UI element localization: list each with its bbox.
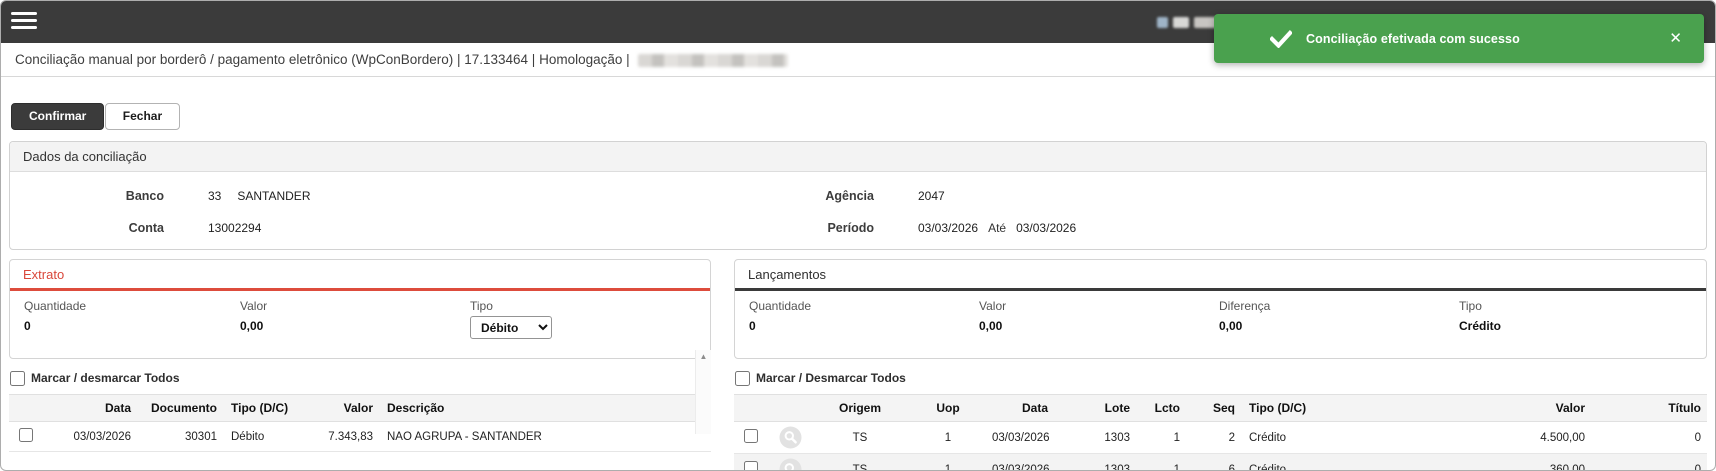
lancamentos-select-all-label: Marcar / Desmarcar Todos bbox=[756, 371, 906, 385]
lancamentos-tipo: Tipo Crédito bbox=[1459, 299, 1692, 349]
extrato-table: Data Documento Tipo (D/C) Valor Descriçã… bbox=[9, 394, 711, 452]
extrato-valor: Valor 0,00 bbox=[240, 299, 470, 349]
lancamentos-select-all-row: Marcar / Desmarcar Todos bbox=[734, 370, 1707, 386]
lancamentos-section: Lançamentos Quantidade 0 Valor 0,00 Dife… bbox=[734, 259, 1707, 471]
extrato-table-row: 03/03/2026 30301 Débito 7.343,83 NAO AGR… bbox=[9, 422, 711, 452]
extrato-tipo-select[interactable]: Débito bbox=[470, 316, 552, 339]
conta-label: Conta bbox=[10, 221, 188, 235]
extrato-stats-box: Extrato Quantidade 0 Valor 0,00 Tipo Déb bbox=[9, 259, 711, 359]
lancamentos-table-row: TS 1 03/03/2026 1303 1 2 Crédito 4.500,0… bbox=[734, 422, 1707, 454]
banco-label: Banco bbox=[10, 189, 188, 203]
user-icon bbox=[1157, 17, 1168, 28]
periodo-value: 03/03/2026Até03/03/2026 bbox=[898, 221, 1706, 235]
extrato-row-checkbox[interactable] bbox=[19, 428, 33, 442]
lancamentos-quantidade: Quantidade 0 bbox=[749, 299, 979, 349]
close-icon[interactable]: ✕ bbox=[1669, 31, 1682, 46]
lancamentos-select-all-checkbox[interactable] bbox=[735, 371, 750, 386]
check-icon bbox=[1270, 30, 1292, 48]
extrato-select-all-label: Marcar / desmarcar Todos bbox=[31, 371, 180, 385]
agencia-label: Agência bbox=[728, 189, 898, 203]
extrato-table-header: Data Documento Tipo (D/C) Valor Descriçã… bbox=[9, 395, 711, 422]
extrato-quantidade: Quantidade 0 bbox=[24, 299, 240, 349]
extrato-title: Extrato bbox=[10, 260, 710, 288]
lancamentos-table: Origem Uop Data Lote Lcto Seq Tipo (D/C)… bbox=[734, 394, 1707, 471]
redacted-title-segment bbox=[638, 54, 788, 67]
lancamentos-stats-box: Lançamentos Quantidade 0 Valor 0,00 Dife… bbox=[734, 259, 1707, 359]
scroll-up-icon[interactable]: ▲ bbox=[696, 350, 711, 364]
extrato-select-all-row: Marcar / desmarcar Todos bbox=[9, 370, 711, 386]
extrato-tipo: Tipo Débito bbox=[470, 299, 696, 349]
dados-panel-title: Dados da conciliação bbox=[10, 142, 1706, 172]
toast-message: Conciliação efetivada com sucesso bbox=[1306, 32, 1520, 46]
lancamento-row-checkbox[interactable] bbox=[744, 461, 758, 471]
agencia-value: 2047 bbox=[898, 189, 1706, 203]
magnifier-icon[interactable] bbox=[768, 422, 812, 454]
periodo-label: Período bbox=[728, 221, 898, 235]
lancamentos-valor: Valor 0,00 bbox=[979, 299, 1219, 349]
lancamentos-diferenca: Diferença 0,00 bbox=[1219, 299, 1459, 349]
toolbar: Confirmar Fechar bbox=[11, 103, 1715, 130]
extrato-vertical-scrollbar[interactable]: ▲ bbox=[695, 350, 711, 434]
lancamento-row-checkbox[interactable] bbox=[744, 429, 758, 443]
banco-value: 33SANTANDER bbox=[188, 189, 728, 203]
confirm-button[interactable]: Confirmar bbox=[11, 103, 104, 130]
lancamentos-table-header: Origem Uop Data Lote Lcto Seq Tipo (D/C)… bbox=[734, 395, 1707, 422]
lancamentos-title: Lançamentos bbox=[735, 260, 1706, 288]
panels-row: Extrato Quantidade 0 Valor 0,00 Tipo Déb bbox=[9, 259, 1707, 471]
lancamentos-table-row: TS 1 03/03/2026 1303 1 6 Crédito 360,00 … bbox=[734, 454, 1707, 471]
menu-icon[interactable] bbox=[11, 12, 39, 32]
conta-value: 13002294 bbox=[188, 221, 728, 235]
dados-conciliacao-panel: Dados da conciliação Banco 33SANTANDER A… bbox=[9, 141, 1707, 250]
close-button[interactable]: Fechar bbox=[105, 103, 180, 130]
success-toast: Conciliação efetivada com sucesso ✕ bbox=[1214, 14, 1704, 63]
magnifier-icon[interactable] bbox=[768, 454, 812, 471]
extrato-select-all-checkbox[interactable] bbox=[10, 371, 25, 386]
extrato-section: Extrato Quantidade 0 Valor 0,00 Tipo Déb bbox=[9, 259, 711, 452]
dados-panel-body: Banco 33SANTANDER Agência 2047 Conta 130… bbox=[10, 172, 1706, 249]
app-window: Conciliação efetivada com sucesso ✕ Conc… bbox=[0, 0, 1716, 471]
